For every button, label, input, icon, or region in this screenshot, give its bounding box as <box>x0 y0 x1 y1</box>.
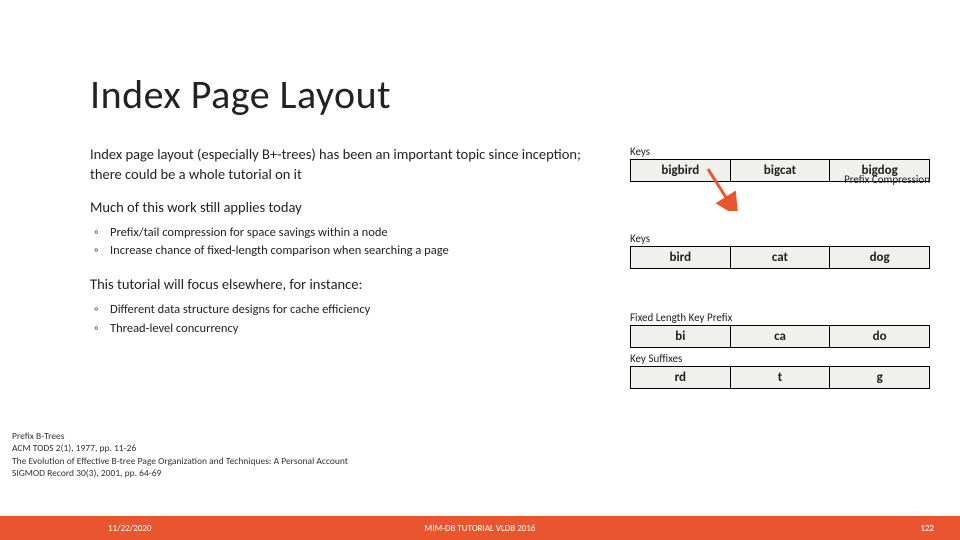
cell: bigcat <box>730 160 830 182</box>
table-label: Keys <box>630 145 930 158</box>
keys-table-2: bird cat dog <box>630 246 930 269</box>
ref-line: ACM TODS 2(1), 1977, pp. 11-26 <box>12 442 348 454</box>
footer-bar: 11/22/2020 MIM-DB TUTORIAL VLDB 2016 122 <box>0 516 960 540</box>
cell: rd <box>631 367 731 389</box>
table-label: Fixed Length Key Prefix <box>630 311 930 324</box>
paragraph-3: This tutorial will focus elsewhere, for … <box>90 275 600 295</box>
suffix-table: rd t g <box>630 366 930 389</box>
body-left-column: Index page layout (especially B+-trees) … <box>90 145 600 352</box>
ref-line: The Evolution of Effective B-tree Page O… <box>12 455 348 467</box>
ref-line: Prefix B-Trees <box>12 430 348 442</box>
cell: bird <box>631 247 731 269</box>
cell: g <box>830 367 930 389</box>
cell: dog <box>830 247 930 269</box>
bullet-item: Prefix/tail compression for space saving… <box>100 224 600 243</box>
cell: cat <box>730 247 830 269</box>
bullet-item: Increase chance of fixed-length comparis… <box>100 242 600 261</box>
cell: ca <box>730 326 830 348</box>
paragraph-1: Index page layout (especially B+-trees) … <box>90 145 600 184</box>
cell: do <box>830 326 930 348</box>
footer-date: 11/22/2020 <box>108 523 151 534</box>
bullet-item: Thread-level concurrency <box>100 320 600 339</box>
references: Prefix B-Trees ACM TODS 2(1), 1977, pp. … <box>12 430 348 479</box>
cell: bi <box>631 326 731 348</box>
bullet-list-1: Prefix/tail compression for space saving… <box>90 224 600 262</box>
paragraph-2: Much of this work still applies today <box>90 198 600 218</box>
bullet-item: Different data structure designs for cac… <box>100 301 600 320</box>
prefix-compression-label: Prefix Compression <box>844 173 930 186</box>
arrow-down-icon <box>702 167 742 211</box>
table-label: Keys <box>630 232 930 245</box>
table-label: Key Suffixes <box>630 352 930 365</box>
cell: t <box>730 367 830 389</box>
slide: Index Page Layout Index page layout (esp… <box>0 0 960 540</box>
slide-title: Index Page Layout <box>90 70 391 119</box>
diagram-column: Keys bigbird bigcat bigdog Prefix Compre… <box>630 145 930 389</box>
ref-line: SIGMOD Record 30(3), 2001, pp. 64-69 <box>12 467 348 479</box>
footer-center: MIM-DB TUTORIAL VLDB 2016 <box>425 523 536 534</box>
footer-page-number: 122 <box>920 523 934 534</box>
prefix-table: bi ca do <box>630 325 930 348</box>
bullet-list-2: Different data structure designs for cac… <box>90 301 600 339</box>
